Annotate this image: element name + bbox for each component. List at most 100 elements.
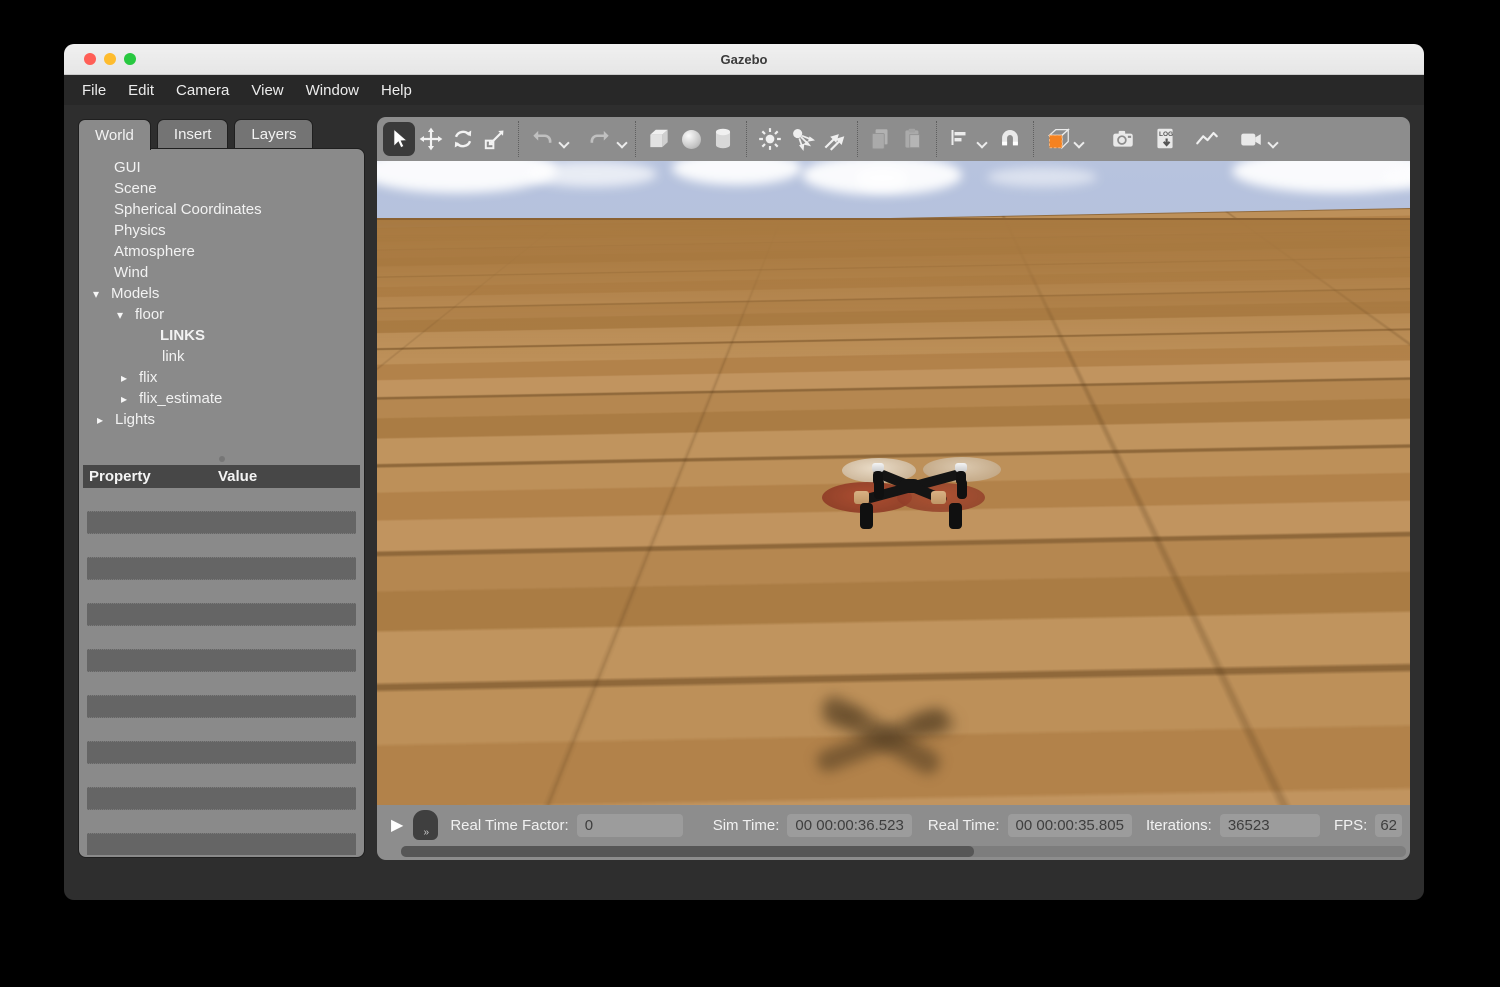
real-time-factor-label: Real Time Factor: (450, 817, 568, 834)
horizon (377, 218, 1410, 358)
directional-light-button[interactable] (818, 122, 850, 156)
cloud (987, 167, 1097, 187)
view-angle-button[interactable] (1041, 122, 1073, 156)
undo-button[interactable] (526, 122, 558, 156)
tree-item-flix-estimate[interactable]: ▸flix_estimate (79, 388, 364, 409)
tree-item-links[interactable]: LINKS (79, 325, 364, 346)
insert-sphere-button[interactable] (675, 122, 707, 156)
tab-world[interactable]: World (78, 119, 151, 150)
redo-button[interactable] (584, 122, 616, 156)
expand-arrow-icon[interactable]: ▾ (93, 287, 111, 301)
tree-item-link[interactable]: link (79, 346, 364, 367)
expand-arrow-icon[interactable]: ▾ (117, 308, 135, 322)
sphere-icon (682, 130, 701, 149)
fps-value[interactable]: 62 (1375, 814, 1402, 837)
viewport-3d[interactable] (377, 161, 1410, 805)
sim-time-value[interactable]: 00 00:00:36.523 (787, 814, 911, 837)
video-record-button[interactable] (1235, 122, 1267, 156)
real-time-factor-value[interactable]: 0 (577, 814, 683, 837)
table-row (87, 695, 356, 718)
table-row (87, 603, 356, 626)
table-row (87, 718, 356, 741)
paste-button[interactable] (897, 122, 929, 156)
tree-item-label: LINKS (160, 327, 205, 344)
undo-history-chevron-icon[interactable] (558, 137, 569, 148)
gazebo-window: Gazebo File Edit Camera View Window Help… (64, 44, 1424, 900)
menu-help[interactable]: Help (381, 78, 424, 103)
menu-camera[interactable]: Camera (176, 78, 241, 103)
real-time-value[interactable]: 00 00:00:35.805 (1008, 814, 1132, 837)
panel-splitter-handle[interactable] (219, 456, 225, 462)
horizontal-scrollbar[interactable] (401, 846, 1406, 857)
collapse-arrow-icon[interactable]: ▸ (121, 371, 139, 385)
world-tree: GUI Scene Spherical Coordinates Physics … (79, 157, 364, 430)
insert-box-button[interactable] (643, 122, 675, 156)
world-panel: GUI Scene Spherical Coordinates Physics … (78, 148, 365, 858)
plot-window-button[interactable] (1191, 122, 1223, 156)
spot-light-icon (788, 126, 816, 152)
tree-item-gui[interactable]: GUI (79, 157, 364, 178)
step-button[interactable]: » (413, 810, 438, 840)
tree-item-lights[interactable]: ▸Lights (79, 409, 364, 430)
tree-item-label: Atmosphere (114, 243, 195, 260)
translate-tool-button[interactable] (415, 122, 447, 156)
drone-body (899, 479, 921, 493)
tab-insert[interactable]: Insert (157, 119, 229, 149)
toolbar-separator (518, 121, 519, 157)
log-icon-label: LOG (1159, 131, 1173, 138)
iterations-value[interactable]: 36523 (1220, 814, 1320, 837)
tree-item-wind[interactable]: Wind (79, 262, 364, 283)
cylinder-icon (710, 126, 736, 152)
log-icon: LOG (1152, 125, 1178, 153)
log-record-button[interactable]: LOG (1149, 122, 1181, 156)
menu-window[interactable]: Window (306, 78, 371, 103)
tree-item-scene[interactable]: Scene (79, 178, 364, 199)
tree-item-spherical-coordinates[interactable]: Spherical Coordinates (79, 199, 364, 220)
property-table: Property Value (83, 465, 360, 855)
point-light-button[interactable] (754, 122, 786, 156)
align-tool-button[interactable] (944, 122, 976, 156)
menu-view[interactable]: View (251, 78, 295, 103)
collapse-arrow-icon[interactable]: ▸ (97, 413, 115, 427)
tree-item-models[interactable]: ▾Models (79, 283, 364, 304)
view-angle-chevron-icon[interactable] (1073, 137, 1084, 148)
render-area: LOG (377, 117, 1410, 860)
table-row (87, 787, 356, 810)
select-tool-button[interactable] (383, 122, 415, 156)
tree-item-label: link (162, 348, 185, 365)
video-record-chevron-icon[interactable] (1267, 137, 1278, 148)
property-table-header[interactable]: Property Value (83, 465, 360, 488)
table-row (87, 557, 356, 580)
toolbar-separator (635, 121, 636, 157)
cloud (672, 161, 802, 185)
titlebar[interactable]: Gazebo (64, 44, 1424, 75)
table-row (87, 488, 356, 511)
column-header-value[interactable]: Value (218, 468, 257, 485)
tree-item-label: floor (135, 306, 164, 323)
tree-item-label: flix (139, 369, 157, 386)
tree-item-atmosphere[interactable]: Atmosphere (79, 241, 364, 262)
tree-item-physics[interactable]: Physics (79, 220, 364, 241)
screenshot-button[interactable] (1107, 122, 1139, 156)
menu-file[interactable]: File (82, 78, 118, 103)
magnet-icon (996, 126, 1024, 152)
align-chevron-icon[interactable] (976, 137, 987, 148)
copy-button[interactable] (865, 122, 897, 156)
tree-item-floor[interactable]: ▾floor (79, 304, 364, 325)
scrollbar-thumb[interactable] (401, 846, 974, 857)
rotate-tool-button[interactable] (447, 122, 479, 156)
menu-edit[interactable]: Edit (128, 78, 166, 103)
copy-icon (868, 126, 894, 152)
collapse-arrow-icon[interactable]: ▸ (121, 392, 139, 406)
column-header-property[interactable]: Property (83, 468, 218, 485)
play-button[interactable]: ▶ (391, 815, 403, 835)
video-camera-icon (1237, 126, 1265, 152)
redo-history-chevron-icon[interactable] (616, 137, 627, 148)
tab-layers[interactable]: Layers (234, 119, 313, 149)
paste-icon (900, 126, 926, 152)
spot-light-button[interactable] (786, 122, 818, 156)
tree-item-flix[interactable]: ▸flix (79, 367, 364, 388)
insert-cylinder-button[interactable] (707, 122, 739, 156)
snap-tool-button[interactable] (994, 122, 1026, 156)
scale-tool-button[interactable] (479, 122, 511, 156)
